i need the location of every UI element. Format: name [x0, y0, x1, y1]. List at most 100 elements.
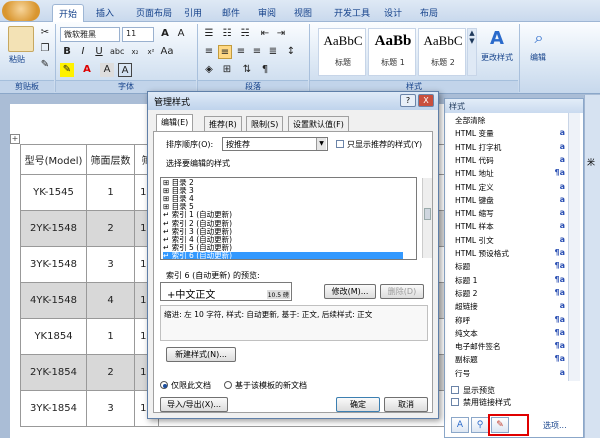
style-list-item[interactable]: 行号 a — [447, 368, 565, 380]
style-list-item[interactable]: HTML 样本 a — [447, 221, 565, 233]
close-button[interactable]: X — [418, 94, 434, 107]
tab-page-layout[interactable]: 页面布局 — [130, 4, 178, 22]
grow-font-icon[interactable]: A — [158, 27, 172, 41]
table-cell[interactable]: 1 — [86, 174, 135, 211]
table-cell[interactable]: 3YK-1548 — [20, 246, 87, 283]
style-list-item[interactable]: HTML 地址 ¶a — [447, 168, 565, 180]
gallery-scroll[interactable]: ▲ ▼ — [467, 28, 477, 76]
style-list-item[interactable]: 称呼 ¶a — [447, 315, 565, 327]
edit-button[interactable]: 编辑 — [530, 52, 546, 63]
clipboard-icon[interactable] — [8, 26, 34, 52]
style-list[interactable]: ⊞ 目录 2 ⊞ 目录 3 ⊞ 目录 4 ⊞ 目录 5 ↵ 索引 1 (自动更新) ↵ 索… — [160, 177, 417, 260]
format-painter-icon[interactable]: ✎ — [38, 58, 52, 72]
tab-recommend[interactable]: 推荐(R) — [204, 116, 242, 131]
char-border-icon[interactable]: A — [118, 63, 132, 77]
tab-edit[interactable]: 编辑(E) — [156, 114, 194, 131]
table-cell[interactable]: 2YK-1854 — [20, 354, 87, 391]
show-preview-checkbox[interactable] — [451, 386, 459, 394]
superscript-icon[interactable]: x² — [144, 45, 158, 59]
change-styles-icon[interactable]: A — [486, 28, 508, 50]
help-button[interactable]: ? — [400, 94, 416, 107]
style-list-item[interactable]: 副标题 ¶a — [447, 354, 565, 366]
shading-icon[interactable]: ◈ — [202, 63, 216, 77]
style-list-item[interactable]: HTML 打字机 a — [447, 142, 565, 154]
only-recommended-checkbox[interactable] — [336, 140, 344, 148]
tab-references[interactable]: 引用 — [178, 4, 208, 22]
tab-restrict[interactable]: 限制(S) — [246, 116, 284, 131]
sort-icon[interactable]: ⇅ — [240, 63, 254, 77]
table-cell[interactable]: 2 — [86, 354, 135, 391]
style-gallery-heading-2[interactable]: AaBbC 标题 2 — [418, 28, 466, 76]
office-button[interactable] — [2, 1, 40, 21]
italic-icon[interactable]: I — [76, 45, 90, 59]
borders-icon[interactable]: ⊞ — [220, 63, 234, 77]
font-color-icon[interactable]: A — [80, 63, 94, 77]
strikethrough-icon[interactable]: abc — [110, 45, 124, 59]
paste-button[interactable]: 粘贴 — [9, 54, 25, 65]
increase-indent-icon[interactable]: ⇥ — [274, 27, 288, 41]
table-cell[interactable]: 4 — [86, 282, 135, 319]
bullets-icon[interactable]: ☰ — [202, 27, 216, 41]
table-cell[interactable]: 3 — [86, 390, 135, 427]
ok-button[interactable]: 确定 — [336, 397, 380, 412]
font-name-combo[interactable]: 微软雅黑 — [60, 27, 120, 42]
highlight-icon[interactable]: ✎ — [60, 63, 74, 77]
this-document-radio[interactable] — [160, 381, 168, 389]
multilevel-list-icon[interactable]: ☵ — [238, 27, 252, 41]
scroll-thumb[interactable] — [424, 208, 431, 220]
style-list-item[interactable]: ↵ 索引 6 (自动更新) — [163, 251, 403, 259]
delete-button[interactable]: 删除(D) — [380, 284, 424, 299]
new-style-button[interactable]: 新建样式(N)... — [166, 347, 236, 362]
options-link[interactable]: 选项... — [543, 420, 567, 431]
disable-linked-checkbox[interactable] — [451, 398, 459, 406]
table-cell[interactable]: 3YK-1854 — [20, 390, 87, 427]
underline-icon[interactable]: U — [92, 45, 106, 59]
table-cell[interactable]: 筛面层数 — [86, 144, 135, 175]
change-styles-button[interactable]: 更改样式 — [481, 52, 513, 63]
right-scroll-strip[interactable]: 米 — [584, 95, 600, 438]
styles-pane-scrollbar[interactable] — [568, 113, 580, 381]
style-inspector-icon[interactable]: ⚲ — [471, 417, 489, 433]
align-right-icon[interactable]: ≡ — [234, 45, 248, 59]
style-list-item[interactable]: HTML 引文 a — [447, 235, 565, 247]
style-list-item[interactable]: 标题 2 ¶a — [447, 288, 565, 300]
numbering-icon[interactable]: ☷ — [220, 27, 234, 41]
tab-layout[interactable]: 布局 — [414, 4, 444, 22]
table-cell[interactable]: 2YK-1548 — [20, 210, 87, 247]
font-size-combo[interactable]: 11 — [122, 27, 154, 42]
style-list-item[interactable]: ⊞ 目录 3 — [163, 187, 403, 195]
cancel-button[interactable]: 取消 — [384, 397, 428, 412]
style-gallery-heading-1[interactable]: AaBb 标题 1 — [368, 28, 416, 76]
style-list-item[interactable]: HTML 定义 a — [447, 182, 565, 194]
tab-insert[interactable]: 插入 — [90, 4, 120, 22]
table-cell[interactable]: YK-1545 — [20, 174, 87, 211]
line-spacing-icon[interactable]: ↕ — [284, 45, 298, 59]
style-list-item[interactable]: 全部清除 — [447, 115, 565, 127]
tab-set-defaults[interactable]: 设置默认值(F) — [288, 116, 349, 131]
style-list-item[interactable]: ⊞ 目录 4 — [163, 195, 403, 203]
style-list-item[interactable]: 标题 ¶a — [447, 261, 565, 273]
style-gallery-title[interactable]: AaBbC 标题 — [318, 28, 366, 76]
import-export-button[interactable]: 导入/导出(X)... — [160, 397, 228, 412]
align-center-icon[interactable]: ≡ — [218, 45, 232, 59]
table-cell[interactable]: YK1854 — [20, 318, 87, 355]
style-list-item[interactable]: 超链接 a — [447, 301, 565, 313]
show-marks-icon[interactable]: ¶ — [258, 63, 272, 77]
table-cell[interactable]: 3 — [86, 246, 135, 283]
template-radio[interactable] — [224, 381, 232, 389]
align-left-icon[interactable]: ≡ — [202, 45, 216, 59]
style-list-scrollbar[interactable] — [422, 178, 432, 258]
copy-icon[interactable]: ❐ — [38, 42, 52, 56]
table-move-handle-icon[interactable]: + — [10, 134, 20, 144]
style-list-item[interactable]: HTML 键盘 a — [447, 195, 565, 207]
tab-view[interactable]: 视图 — [288, 4, 318, 22]
bold-icon[interactable]: B — [60, 45, 74, 59]
distributed-icon[interactable]: ≣ — [266, 45, 280, 59]
new-style-icon[interactable]: A — [451, 417, 469, 433]
change-case-icon[interactable]: Aa — [160, 45, 174, 59]
tab-mailings[interactable]: 邮件 — [216, 4, 246, 22]
tab-developer[interactable]: 开发工具 — [328, 4, 376, 22]
style-list-item[interactable]: HTML 缩写 a — [447, 208, 565, 220]
style-list-item[interactable]: HTML 变量 a — [447, 128, 565, 140]
style-list-item[interactable]: HTML 预设格式 ¶a — [447, 248, 565, 260]
